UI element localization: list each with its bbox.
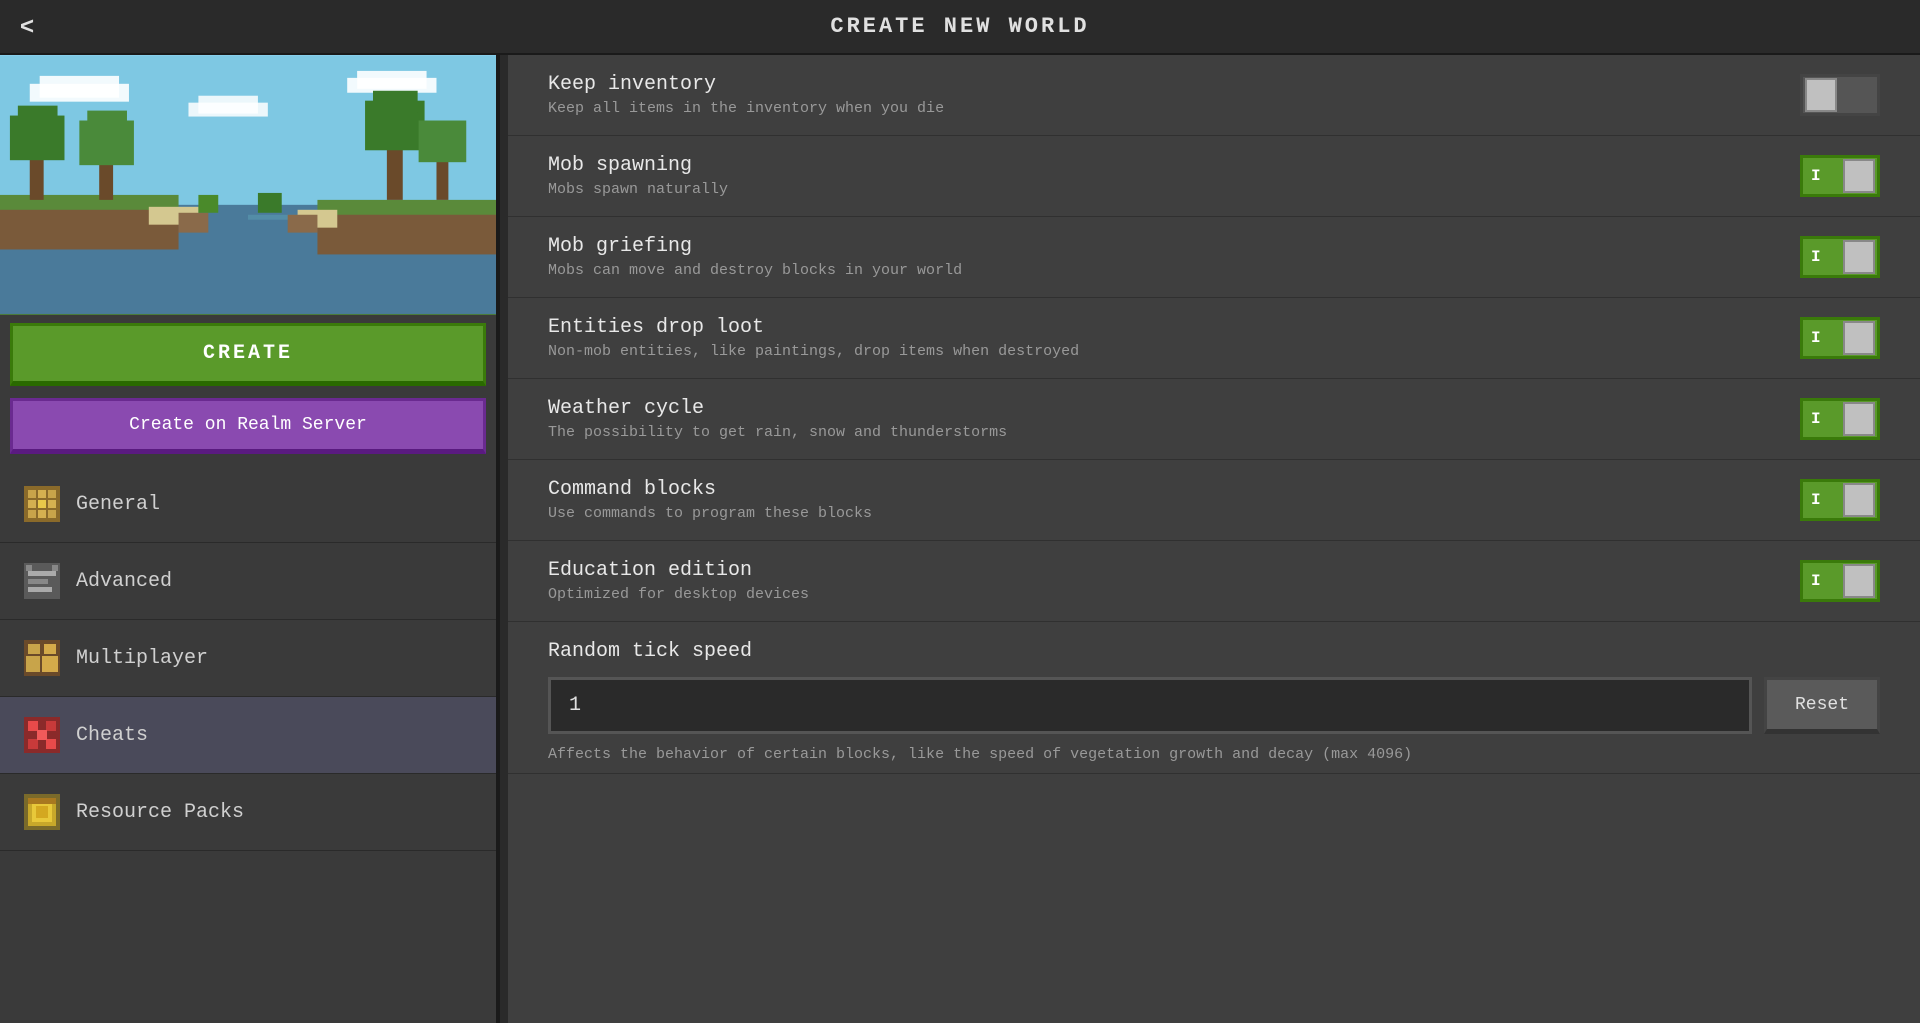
- advanced-icon: [24, 563, 60, 599]
- setting-title: Weather cycle: [548, 397, 1780, 420]
- setting-info: Weather cycle The possibility to get rai…: [548, 397, 1780, 441]
- setting-info: Command blocks Use commands to program t…: [548, 478, 1780, 522]
- education-edition-toggle[interactable]: I: [1800, 560, 1880, 602]
- random-tick-section: Random tick speed Reset Affects the beha…: [508, 622, 1920, 774]
- toggle-on-label: I: [1811, 572, 1821, 590]
- setting-desc: Optimized for desktop devices: [548, 586, 1780, 603]
- setting-row-weather-cycle: Weather cycle The possibility to get rai…: [508, 379, 1920, 460]
- setting-title: Mob spawning: [548, 154, 1780, 177]
- setting-info: Keep inventory Keep all items in the inv…: [548, 73, 1780, 117]
- setting-row-keep-inventory: Keep inventory Keep all items in the inv…: [508, 55, 1920, 136]
- random-tick-input[interactable]: [548, 677, 1752, 734]
- sidebar-item-resource-packs[interactable]: Resource Packs: [0, 774, 496, 851]
- setting-info: Mob griefing Mobs can move and destroy b…: [548, 235, 1780, 279]
- setting-desc: Non-mob entities, like paintings, drop i…: [548, 343, 1780, 360]
- setting-desc: The possibility to get rain, snow and th…: [548, 424, 1780, 441]
- setting-row-command-blocks: Command blocks Use commands to program t…: [508, 460, 1920, 541]
- mob-spawning-toggle[interactable]: I: [1800, 155, 1880, 197]
- tick-input-row: Reset: [548, 677, 1880, 734]
- toggle-on-label: I: [1811, 248, 1821, 266]
- scrollbar-divider: [500, 55, 508, 1023]
- page-title: CREATE NEW WORLD: [830, 14, 1089, 39]
- toggle-track[interactable]: I: [1800, 74, 1880, 116]
- back-button[interactable]: <: [20, 13, 34, 41]
- toggle-track[interactable]: I: [1800, 155, 1880, 197]
- sidebar-item-advanced-label: Advanced: [76, 570, 172, 593]
- toggle-on-label: I: [1811, 491, 1821, 509]
- toggle-on-label: I: [1811, 410, 1821, 428]
- sidebar-item-general-label: General: [76, 493, 160, 516]
- toggle-thumb: [1843, 402, 1875, 436]
- setting-info: Education edition Optimized for desktop …: [548, 559, 1780, 603]
- setting-row-mob-griefing: Mob griefing Mobs can move and destroy b…: [508, 217, 1920, 298]
- setting-info: Entities drop loot Non-mob entities, lik…: [548, 316, 1780, 360]
- multiplayer-icon: [24, 640, 60, 676]
- top-bar: < CREATE NEW WORLD: [0, 0, 1920, 55]
- sidebar-item-cheats[interactable]: Cheats: [0, 697, 496, 774]
- mob-griefing-toggle[interactable]: I: [1800, 236, 1880, 278]
- content-area[interactable]: Keep inventory Keep all items in the inv…: [508, 55, 1920, 1023]
- sidebar-item-cheats-label: Cheats: [76, 724, 148, 747]
- command-blocks-toggle[interactable]: I: [1800, 479, 1880, 521]
- realm-button[interactable]: Create on Realm Server: [10, 398, 486, 454]
- sidebar-item-multiplayer-label: Multiplayer: [76, 647, 208, 670]
- setting-desc: Use commands to program these blocks: [548, 505, 1780, 522]
- sidebar-item-general[interactable]: General: [0, 466, 496, 543]
- setting-title: Education edition: [548, 559, 1780, 582]
- toggle-thumb: [1843, 564, 1875, 598]
- general-icon: [24, 486, 60, 522]
- setting-title: Mob griefing: [548, 235, 1780, 258]
- toggle-thumb: [1805, 78, 1837, 112]
- toggle-track[interactable]: I: [1800, 317, 1880, 359]
- keep-inventory-toggle[interactable]: I: [1800, 74, 1880, 116]
- sidebar: CREATE Create on Realm Server: [0, 55, 500, 1023]
- resource-packs-icon: [24, 794, 60, 830]
- toggle-track[interactable]: I: [1800, 479, 1880, 521]
- cheats-icon: [24, 717, 60, 753]
- toggle-thumb: [1843, 240, 1875, 274]
- setting-row-mob-spawning: Mob spawning Mobs spawn naturally I: [508, 136, 1920, 217]
- main-layout: CREATE Create on Realm Server: [0, 55, 1920, 1023]
- toggle-thumb: [1843, 483, 1875, 517]
- toggle-track[interactable]: I: [1800, 398, 1880, 440]
- setting-title: Command blocks: [548, 478, 1780, 501]
- reset-button[interactable]: Reset: [1764, 677, 1880, 734]
- setting-row-entities-drop-loot: Entities drop loot Non-mob entities, lik…: [508, 298, 1920, 379]
- toggle-thumb: [1843, 159, 1875, 193]
- toggle-thumb: [1843, 321, 1875, 355]
- setting-desc: Mobs can move and destroy blocks in your…: [548, 262, 1780, 279]
- nav-items: General Advanced: [0, 466, 496, 1023]
- sidebar-item-multiplayer[interactable]: Multiplayer: [0, 620, 496, 697]
- random-tick-title: Random tick speed: [548, 640, 1880, 663]
- setting-row-education-edition: Education edition Optimized for desktop …: [508, 541, 1920, 622]
- setting-title: Keep inventory: [548, 73, 1780, 96]
- sidebar-item-resource-packs-label: Resource Packs: [76, 801, 244, 824]
- toggle-track[interactable]: I: [1800, 560, 1880, 602]
- setting-info: Mob spawning Mobs spawn naturally: [548, 154, 1780, 198]
- toggle-track[interactable]: I: [1800, 236, 1880, 278]
- setting-desc: Keep all items in the inventory when you…: [548, 100, 1780, 117]
- sidebar-item-advanced[interactable]: Advanced: [0, 543, 496, 620]
- setting-title: Entities drop loot: [548, 316, 1780, 339]
- toggle-on-label: I: [1811, 167, 1821, 185]
- entities-drop-loot-toggle[interactable]: I: [1800, 317, 1880, 359]
- setting-desc: Mobs spawn naturally: [548, 181, 1780, 198]
- random-tick-desc: Affects the behavior of certain blocks, …: [548, 746, 1880, 763]
- toggle-on-label: I: [1811, 329, 1821, 347]
- weather-cycle-toggle[interactable]: I: [1800, 398, 1880, 440]
- world-preview: [0, 55, 496, 315]
- create-button[interactable]: CREATE: [10, 323, 486, 386]
